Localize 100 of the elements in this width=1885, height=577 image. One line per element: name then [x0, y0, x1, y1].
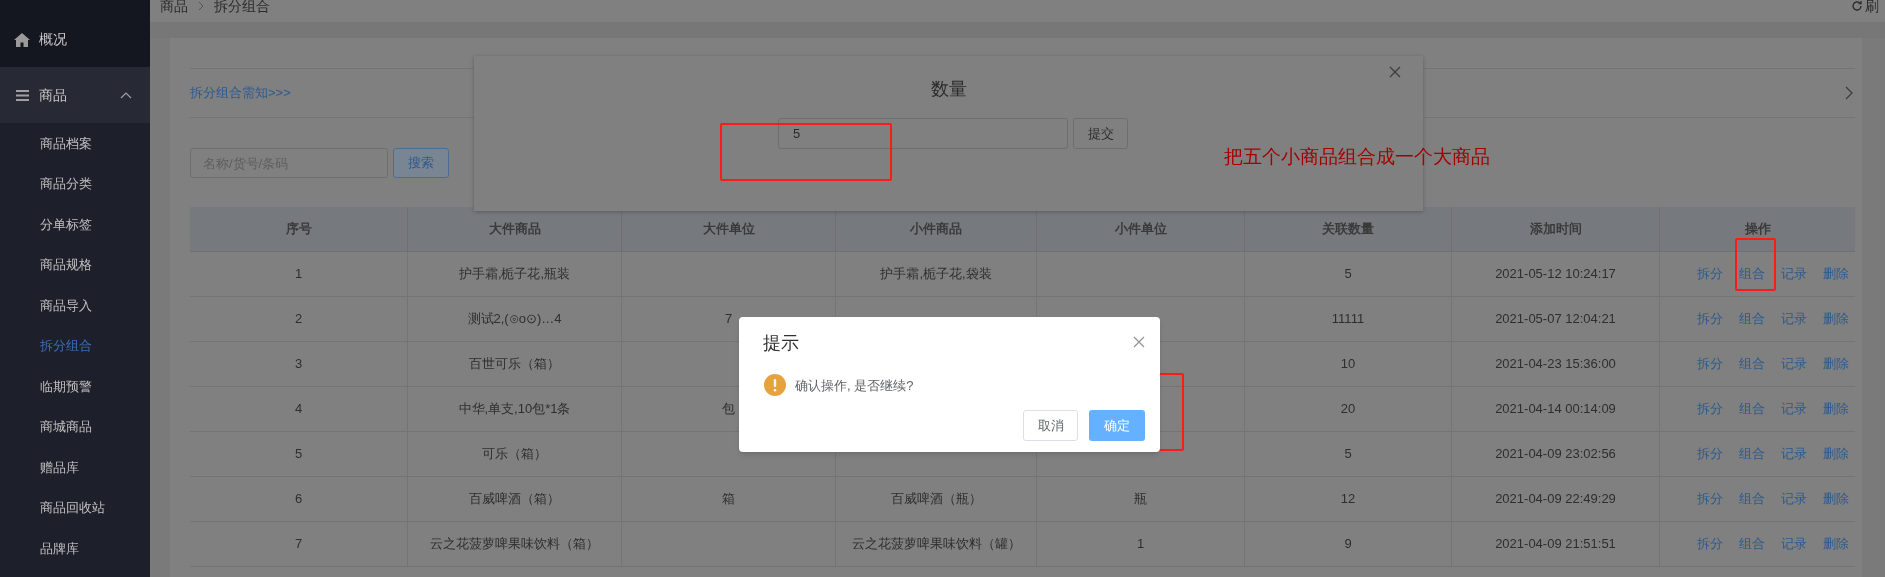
- action-link[interactable]: 组合: [1739, 489, 1765, 509]
- action-link[interactable]: 记录: [1781, 264, 1807, 284]
- action-link[interactable]: 删除: [1823, 399, 1849, 419]
- chevron-icon: [120, 91, 132, 99]
- separator-icon: [198, 1, 204, 11]
- action-link[interactable]: 组合: [1739, 534, 1765, 554]
- table-cell-text: 5: [1344, 265, 1352, 284]
- refresh-button[interactable]: 刷: [1851, 0, 1879, 16]
- action-link[interactable]: 组合: [1739, 309, 1765, 329]
- table-cell-text: 云之花菠萝啤果味饮料（箱）: [430, 535, 599, 554]
- action-link[interactable]: 删除: [1823, 444, 1849, 464]
- action-link[interactable]: 拆分: [1697, 354, 1723, 374]
- action-link[interactable]: 拆分: [1697, 444, 1723, 464]
- cancel-button[interactable]: 取消: [1023, 410, 1078, 441]
- sidebar-item[interactable]: 商品导入: [0, 285, 150, 326]
- home-icon: [13, 31, 31, 48]
- table-cell-text: 2021-04-14 00:14:09: [1495, 400, 1616, 419]
- column-header: 操作: [1659, 207, 1855, 251]
- sidebar-item[interactable]: 商品规格: [0, 244, 150, 285]
- action-link[interactable]: 拆分: [1697, 489, 1723, 509]
- action-link[interactable]: 拆分: [1697, 534, 1723, 554]
- dialog-title: 数量: [929, 78, 968, 101]
- action-link[interactable]: 拆分: [1697, 399, 1723, 419]
- column-header: 序号: [284, 220, 313, 239]
- sidebar-item[interactable]: 概况: [0, 0, 150, 67]
- sidebar-item[interactable]: 拆分组合: [0, 325, 150, 366]
- table-cell-text: 2021-04-23 15:36:00: [1495, 355, 1616, 374]
- action-link[interactable]: 删除: [1823, 354, 1849, 374]
- action-link[interactable]: 组合: [1739, 444, 1765, 464]
- table-cell-text: 瓶: [1134, 490, 1147, 509]
- action-link[interactable]: 拆分: [1697, 309, 1723, 329]
- refresh-icon: [1851, 0, 1863, 12]
- confirm-button[interactable]: 确定: [1089, 410, 1145, 441]
- annotation-text: 把五个小商品组合成一个大商品: [1224, 145, 1490, 169]
- table-cell-text: 2021-04-09 22:49:29: [1495, 490, 1616, 509]
- sidebar-item[interactable]: 商品分类: [0, 163, 150, 204]
- submit-button[interactable]: 提交: [1073, 118, 1128, 149]
- action-link[interactable]: 记录: [1781, 354, 1807, 374]
- action-link[interactable]: 拆分: [1697, 264, 1723, 284]
- action-link[interactable]: 记录: [1781, 399, 1807, 419]
- table-cell-text: 12: [1340, 490, 1356, 509]
- search-button[interactable]: 搜索: [393, 148, 449, 178]
- table-cell-text: 20: [1340, 400, 1356, 419]
- table-cell-text: 2021-04-09 23:02:56: [1495, 445, 1616, 464]
- table-cell-text: 7: [294, 535, 303, 554]
- table-cell-text: 9: [1344, 535, 1352, 554]
- table-cell-text: 箱: [722, 490, 735, 509]
- action-link[interactable]: 记录: [1781, 444, 1807, 464]
- dialog-message: 确认操作, 是否继续?: [795, 377, 914, 395]
- table-cell-text: 7: [724, 310, 733, 329]
- action-link[interactable]: 组合: [1739, 399, 1765, 419]
- chevron-right-icon[interactable]: [1845, 86, 1853, 100]
- sidebar-item[interactable]: 赠品库: [0, 447, 150, 488]
- table-cell-text: 护手霜,栀子花,瓶装: [458, 265, 571, 284]
- table-cell-text: 2021-05-07 12:04:21: [1495, 310, 1616, 329]
- table-cell-text: 2021-04-09 21:51:51: [1495, 535, 1616, 554]
- table-cell-text: 百威啤酒（箱）: [469, 490, 560, 509]
- warning-icon: [764, 374, 786, 396]
- action-link[interactable]: 删除: [1823, 309, 1849, 329]
- breadcrumb-item[interactable]: 商品: [160, 0, 188, 16]
- highlight-box: [1735, 238, 1776, 291]
- sidebar-group[interactable]: 商品: [0, 67, 150, 123]
- table-cell-text: 云之花菠萝啤果味饮料（罐）: [851, 535, 1021, 554]
- table-cell-text: 5: [294, 445, 303, 464]
- action-link[interactable]: 删除: [1823, 264, 1849, 284]
- sidebar-item[interactable]: 商城商品: [0, 406, 150, 447]
- notice-link[interactable]: 拆分组合需知>>>: [190, 83, 291, 103]
- sidebar-item[interactable]: 品牌库: [0, 528, 150, 569]
- action-link[interactable]: 删除: [1823, 489, 1849, 509]
- table-cell-text: 百世可乐（箱）: [469, 355, 560, 374]
- table-cell-text: 6: [294, 490, 303, 509]
- close-icon[interactable]: [1133, 336, 1145, 348]
- table-cell-text: 包: [722, 400, 735, 419]
- action-link[interactable]: 记录: [1781, 309, 1807, 329]
- sidebar-item[interactable]: 商品档案: [0, 123, 150, 164]
- table-cell-text: 中华,单支,10包*1条: [458, 400, 571, 419]
- sidebar-item[interactable]: 商品回收站: [0, 487, 150, 528]
- action-link[interactable]: 记录: [1781, 534, 1807, 554]
- column-header: 添加时间: [1451, 207, 1659, 251]
- menu-icon: [16, 89, 29, 101]
- table-cell-text: 可乐（箱）: [482, 445, 547, 464]
- table-cell-text: 3: [294, 355, 303, 374]
- table-cell-text: 2021-05-12 10:24:17: [1495, 265, 1616, 284]
- action-link[interactable]: 删除: [1823, 534, 1849, 554]
- table-cell-text: 11111: [1331, 310, 1365, 329]
- breadcrumb-item[interactable]: 拆分组合: [214, 0, 270, 16]
- table-cell-text: 护手霜,栀子花,袋装: [880, 265, 992, 284]
- table-cell-text: 1: [294, 265, 303, 284]
- table-cell-text: 4: [294, 400, 303, 419]
- action-link[interactable]: 记录: [1781, 489, 1807, 509]
- sidebar-item[interactable]: 分单标签: [0, 204, 150, 245]
- action-link[interactable]: 组合: [1739, 354, 1765, 374]
- action-link[interactable]: 组合: [1739, 264, 1765, 284]
- table-cell-text: 百威啤酒（瓶）: [890, 490, 982, 509]
- table-cell-text: 10: [1340, 355, 1356, 374]
- close-icon[interactable]: [1389, 66, 1401, 78]
- quantity-field[interactable]: 5: [778, 118, 1068, 149]
- sidebar-item[interactable]: 临期预警: [0, 366, 150, 407]
- table-cell-text: 1: [1136, 535, 1145, 554]
- dialog-title: 提示: [763, 332, 799, 355]
